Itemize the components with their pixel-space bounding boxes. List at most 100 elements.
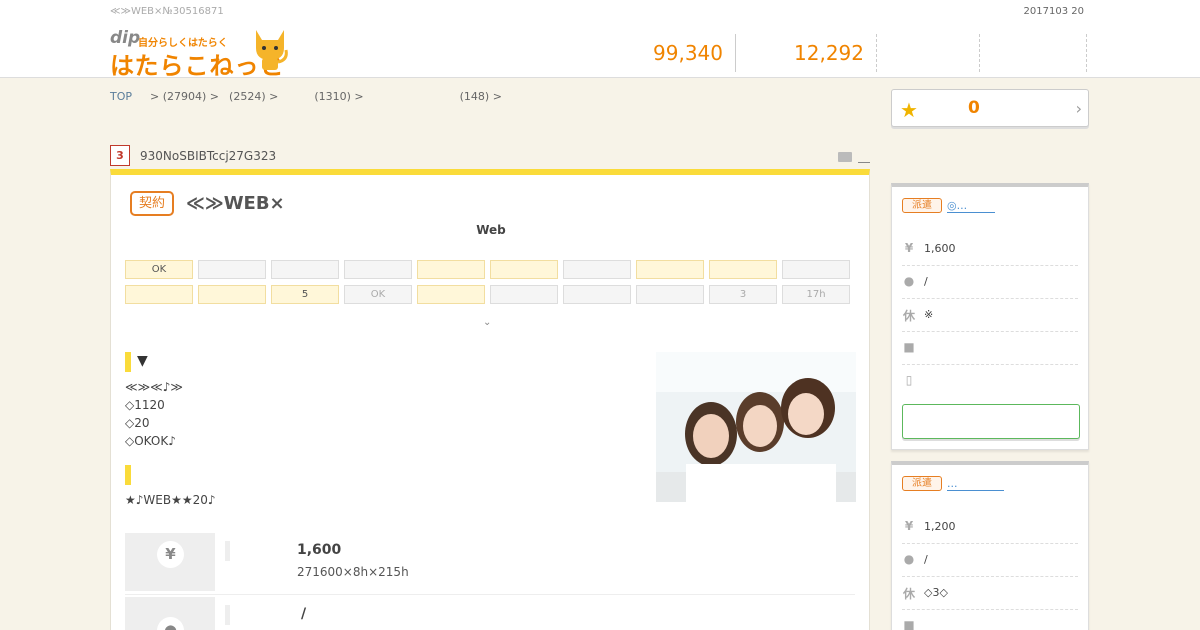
section-body: ≪≫≪♪≫ ◇1120 ◇20 ◇OKOK♪ xyxy=(125,378,183,450)
related-job-row: ■ xyxy=(902,332,1078,365)
related-job-row: 休 ◇3◇ xyxy=(902,577,1078,610)
feature-tag xyxy=(490,260,558,279)
employment-type-badge: 契約 xyxy=(130,191,174,216)
section-heading: ▼ xyxy=(137,353,148,369)
related-job-row: ● / xyxy=(902,544,1078,577)
feature-tag xyxy=(271,260,339,279)
stat-slot-4[interactable] xyxy=(980,34,1087,72)
briefcase-icon: ■ xyxy=(903,618,915,630)
info-icon-box: ● xyxy=(125,597,215,630)
location-pin-icon: ● xyxy=(903,552,915,566)
feature-tag xyxy=(782,260,850,279)
holiday-icon: 休 xyxy=(902,309,915,323)
logo-dip: dip xyxy=(110,28,141,48)
body-line: ◇OKOK♪ xyxy=(125,434,176,448)
info-sub: 271600×8h×215h xyxy=(297,565,409,579)
stat-total-jobs[interactable]: 99,340 xyxy=(640,34,736,72)
job-photo xyxy=(656,352,856,502)
breadcrumb-item[interactable]: (148) > xyxy=(460,90,502,103)
feature-tag xyxy=(344,260,412,279)
row-text: 1,200 xyxy=(924,520,956,533)
row-text: / xyxy=(924,553,928,566)
show-more-tags-toggle[interactable]: ⌄ xyxy=(483,317,491,328)
detail-button[interactable] xyxy=(902,404,1080,439)
feature-tag-grid: OK 5 OK 3 17h xyxy=(125,260,855,310)
holiday-icon: 休 xyxy=(902,587,915,601)
favorites-box[interactable]: ★ 0 › xyxy=(891,89,1089,127)
related-job-row: ▯ xyxy=(902,365,1078,398)
row-text: ※ xyxy=(924,308,934,321)
feature-tag xyxy=(709,260,777,279)
yen-icon: ¥ xyxy=(904,241,914,255)
building-icon: ▯ xyxy=(905,373,913,387)
section-marker xyxy=(125,352,131,372)
related-job-link[interactable]: ... xyxy=(947,477,1004,491)
feature-tag xyxy=(563,260,631,279)
mail-icon[interactable] xyxy=(838,152,852,162)
body-line: ◇1120 xyxy=(125,398,165,412)
location-pin-icon: ● xyxy=(903,274,915,288)
cat-mascot-icon xyxy=(256,30,288,70)
feature-tag xyxy=(563,285,631,304)
stat-slot-3[interactable] xyxy=(877,34,980,72)
info-icon-box: ¥ xyxy=(125,533,215,591)
feature-tag: OK xyxy=(344,285,412,304)
related-job-row: ● / xyxy=(902,266,1078,299)
job-code: 930NoSBIBTccj27G323 xyxy=(140,149,277,163)
feature-tag: 5 xyxy=(271,285,339,304)
job-number: 3 xyxy=(110,145,130,166)
site-logo[interactable]: dip 自分らしくはたらく はたらこねっと xyxy=(110,26,290,80)
header-job-tag: ≪≫WEB×№30516871 xyxy=(110,6,224,17)
tag-row-2: 5 OK 3 17h xyxy=(125,285,855,304)
employment-type-badge: 派遣 xyxy=(902,476,942,491)
body-line: ≪≫≪♪≫ xyxy=(125,380,183,394)
related-job-row: ¥ 1,200 xyxy=(902,511,1078,544)
favorites-count: 0 xyxy=(968,98,980,118)
briefcase-icon: ■ xyxy=(903,340,915,354)
feature-tag xyxy=(417,260,485,279)
star-icon: ★ xyxy=(900,98,918,122)
feature-tag: OK xyxy=(125,260,193,279)
row-text: / xyxy=(924,275,928,288)
breadcrumb-top[interactable]: TOP xyxy=(110,90,132,103)
employment-type-badge: 派遣 xyxy=(902,198,942,213)
breadcrumb-item[interactable]: (2524) > xyxy=(229,90,278,103)
feature-tag xyxy=(636,260,704,279)
mail-link-underline[interactable] xyxy=(858,162,870,163)
tag-row-1: OK xyxy=(125,260,855,279)
feature-tag: 17h xyxy=(782,285,850,304)
row-text: 1,600 xyxy=(924,242,956,255)
header-date: 2017103 20 xyxy=(1023,6,1084,17)
related-job-row: ■ xyxy=(902,610,1078,630)
feature-tag xyxy=(198,260,266,279)
info-marker xyxy=(225,605,230,625)
info-marker xyxy=(225,541,230,561)
yen-icon: ¥ xyxy=(157,541,184,568)
info-main: 1,600 xyxy=(297,542,342,558)
feature-tag xyxy=(125,285,193,304)
breadcrumb: TOP > (27904) > (2524) > (1310) > (148) … xyxy=(110,90,502,103)
chevron-right-icon: › xyxy=(1075,99,1082,118)
related-job-card[interactable]: 派遣 ◎... ¥ 1,600 ● / 休 ※ ■ ▯ xyxy=(891,183,1089,450)
feature-tag xyxy=(636,285,704,304)
related-job-row: ¥ 1,600 xyxy=(902,233,1078,266)
feature-tag xyxy=(490,285,558,304)
body-line: ◇20 xyxy=(125,416,150,430)
job-meta: 3 930NoSBIBTccj27G323 xyxy=(110,145,870,167)
breadcrumb-item[interactable]: (1310) > xyxy=(314,90,363,103)
feature-tag xyxy=(198,285,266,304)
body-line: ★♪WEB★★20♪ xyxy=(125,493,216,507)
info-row-location: ● / xyxy=(125,597,855,630)
related-job-link[interactable]: ◎... xyxy=(947,199,996,213)
row-text: ◇3◇ xyxy=(924,586,948,599)
breadcrumb-item[interactable]: > (27904) > xyxy=(150,90,219,103)
related-job-row: 休 ※ xyxy=(902,299,1078,332)
job-subtitle: Web xyxy=(476,223,506,237)
header-stats: 99,340 12,292 xyxy=(640,34,1087,72)
site-header: ≪≫WEB×№30516871 2017103 20 dip 自分らしくはたらく… xyxy=(0,0,1200,80)
related-job-card[interactable]: 派遣 ... ¥ 1,200 ● / 休 ◇3◇ ■ xyxy=(891,461,1089,630)
section-body: ★♪WEB★★20♪ xyxy=(125,491,216,509)
stat-new-jobs[interactable]: 12,292 xyxy=(736,34,877,72)
job-title: ≪≫WEB× xyxy=(186,193,285,214)
feature-tag xyxy=(417,285,485,304)
